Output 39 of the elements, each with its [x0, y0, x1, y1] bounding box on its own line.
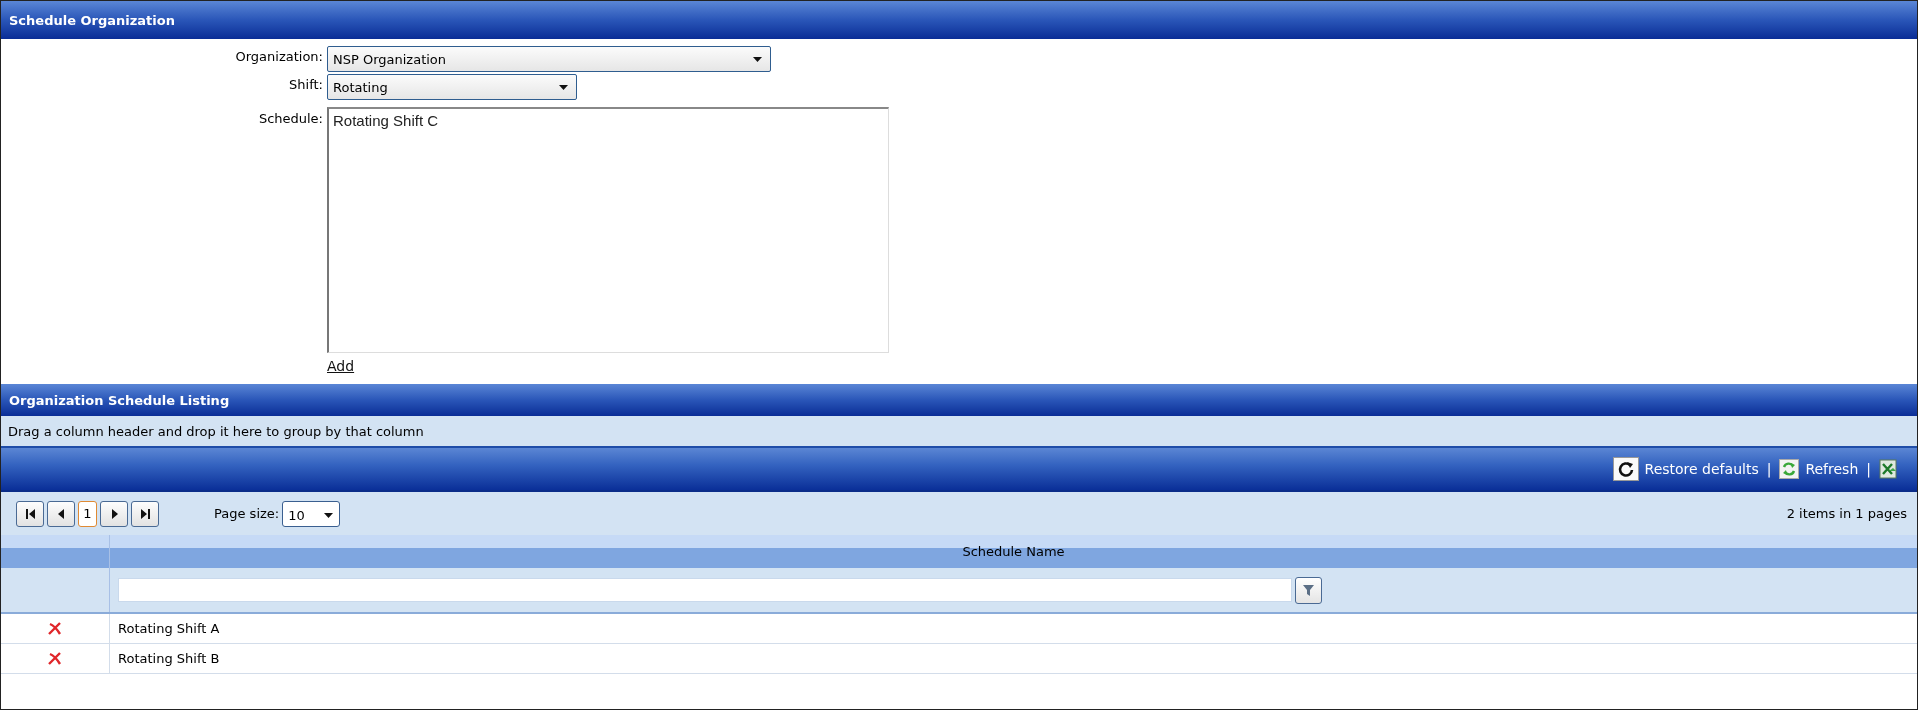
- panel-title: Organization Schedule Listing: [1, 384, 1917, 416]
- page-size-dropdown[interactable]: 10: [282, 500, 341, 527]
- caret-icon: [324, 512, 334, 518]
- refresh-icon: [1779, 459, 1800, 479]
- add-link[interactable]: Add: [327, 358, 355, 374]
- first-page-button[interactable]: [16, 500, 44, 527]
- filter-field[interactable]: [118, 578, 1292, 602]
- field-label: Schedule:: [257, 110, 323, 126]
- panel-title: Schedule Organization: [1, 1, 1917, 39]
- previous-page-icon: [56, 508, 66, 519]
- restore-defaults-button[interactable]: Restore defaults: [1612, 457, 1759, 481]
- table-cell: Rotating Shift A: [109, 614, 1917, 643]
- group-hint: Drag a column header and drop it here to group by that column: [1, 416, 1917, 448]
- text-area[interactable]: Rotating Shift C: [327, 107, 889, 353]
- next-page-button[interactable]: [100, 500, 128, 527]
- last-page-button[interactable]: [131, 500, 159, 527]
- delete-icon[interactable]: [48, 652, 62, 665]
- filter-icon: [1303, 584, 1314, 596]
- delete-icon[interactable]: [48, 622, 62, 635]
- caret-icon: [559, 84, 568, 90]
- separator: |: [1866, 461, 1871, 477]
- refresh-button[interactable]: Refresh: [1779, 459, 1859, 479]
- field-label: Organization:: [234, 48, 323, 64]
- previous-page-button[interactable]: [47, 500, 75, 527]
- field-label: Shift:: [288, 76, 323, 92]
- separator: |: [1766, 461, 1772, 477]
- refresh-icon: [1612, 457, 1639, 481]
- table-cell: Rotating Shift B: [109, 644, 1917, 673]
- spreadsheet-icon[interactable]: [1879, 459, 1897, 479]
- next-page-icon: [109, 508, 119, 519]
- dropdown[interactable]: Rotating: [327, 74, 577, 100]
- dropdown[interactable]: NSP Organization: [327, 46, 771, 72]
- page-size-label: Page size:: [214, 506, 280, 521]
- pager-summary: 2 items in 1 pages: [1786, 506, 1908, 521]
- page-number[interactable]: 1: [78, 500, 97, 527]
- filter-button[interactable]: [1295, 576, 1322, 604]
- last-page-icon: [140, 508, 150, 519]
- caret-icon: [753, 56, 762, 62]
- first-page-icon: [25, 508, 35, 519]
